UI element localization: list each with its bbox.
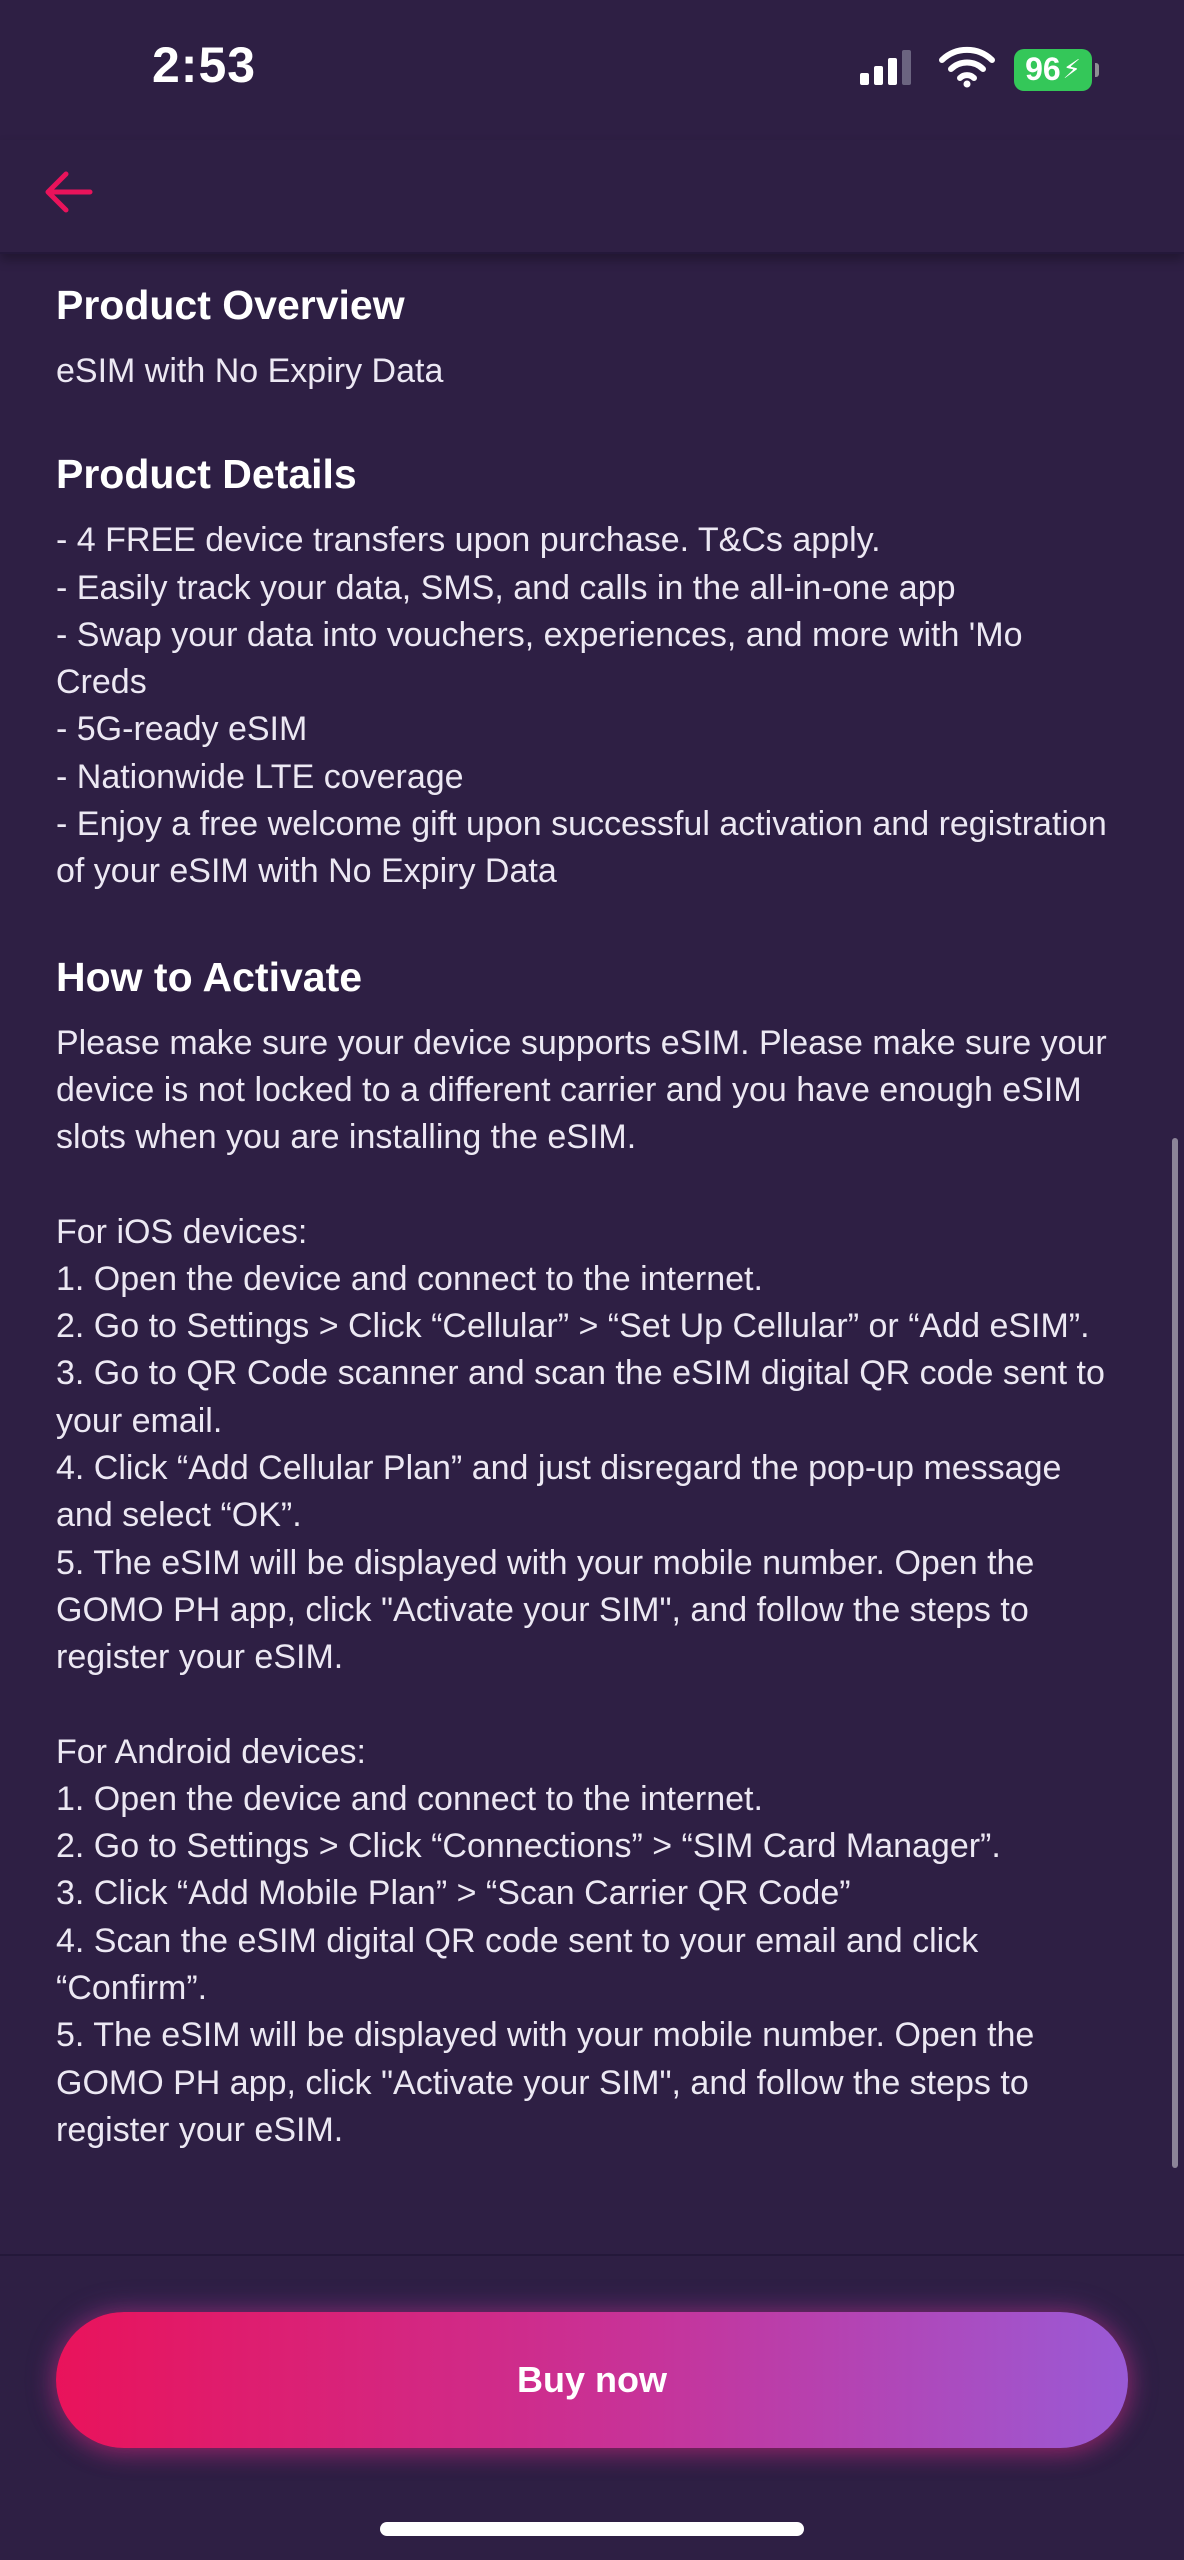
android-heading: For Android devices: xyxy=(56,1732,366,1771)
status-icons: 96 ⚡ xyxy=(858,46,1099,93)
cellular-signal-icon xyxy=(858,47,920,92)
ios-heading: For iOS devices: xyxy=(56,1212,308,1251)
overview-title: Product Overview xyxy=(56,282,405,328)
product-content: Product Overview eSIM with No Expiry Dat… xyxy=(56,276,1116,2154)
status-bar: 2:53 96 ⚡ xyxy=(0,0,1184,140)
activate-intro: Please make sure your device supports eS… xyxy=(56,1023,1107,1157)
ios-step: 3. Go to QR Code scanner and scan the eS… xyxy=(56,1354,1105,1440)
arrow-left-icon xyxy=(45,171,93,213)
android-step: 5. The eSIM will be displayed with your … xyxy=(56,2016,1035,2149)
ios-step: 5. The eSIM will be displayed with your … xyxy=(56,1543,1035,1677)
activate-body: Please make sure your device supports eS… xyxy=(56,1020,1116,2155)
details-item: - Easily track your data, SMS, and calls… xyxy=(56,568,956,607)
details-item: - Enjoy a free welcome gift upon success… xyxy=(56,805,1107,891)
ios-step: 1. Open the device and connect to the in… xyxy=(56,1259,763,1298)
charging-bolt-icon: ⚡ xyxy=(1062,54,1081,84)
details-list: - 4 FREE device transfers upon purchase.… xyxy=(56,517,1116,895)
footer-divider xyxy=(0,2254,1184,2256)
activate-title: How to Activate xyxy=(56,953,363,1000)
buy-now-button[interactable]: Buy now xyxy=(56,2312,1128,2448)
scrollbar[interactable] xyxy=(1172,1138,1178,2168)
back-button[interactable] xyxy=(36,160,100,224)
overview-text: eSIM with No Expiry Data xyxy=(56,352,444,390)
android-step: 1. Open the device and connect to the in… xyxy=(56,1779,763,1818)
battery-level: 96 xyxy=(1025,51,1061,87)
home-indicator[interactable] xyxy=(380,2522,804,2536)
details-item: - 5G-ready eSIM xyxy=(56,710,308,749)
wifi-icon xyxy=(938,46,996,93)
android-step: 3. Click “Add Mobile Plan” > “Scan Carri… xyxy=(56,1874,851,1913)
android-step: 2. Go to Settings > Click “Connections” … xyxy=(56,1827,1001,1866)
details-item: - Swap your data into vouchers, experien… xyxy=(56,615,1023,702)
battery-charging-icon: 96 ⚡ xyxy=(1014,48,1099,91)
ios-step: 2. Go to Settings > Click “Cellular” > “… xyxy=(56,1307,1090,1346)
details-item: - 4 FREE device transfers upon purchase.… xyxy=(56,521,881,560)
details-item: - Nationwide LTE coverage xyxy=(56,757,464,796)
status-time: 2:53 xyxy=(152,37,257,93)
android-step: 4. Scan the eSIM digital QR code sent to… xyxy=(56,1921,979,2008)
app-header xyxy=(0,140,1184,254)
ios-step: 4. Click “Add Cellular Plan” and just di… xyxy=(56,1449,1062,1535)
details-title: Product Details xyxy=(56,451,357,498)
